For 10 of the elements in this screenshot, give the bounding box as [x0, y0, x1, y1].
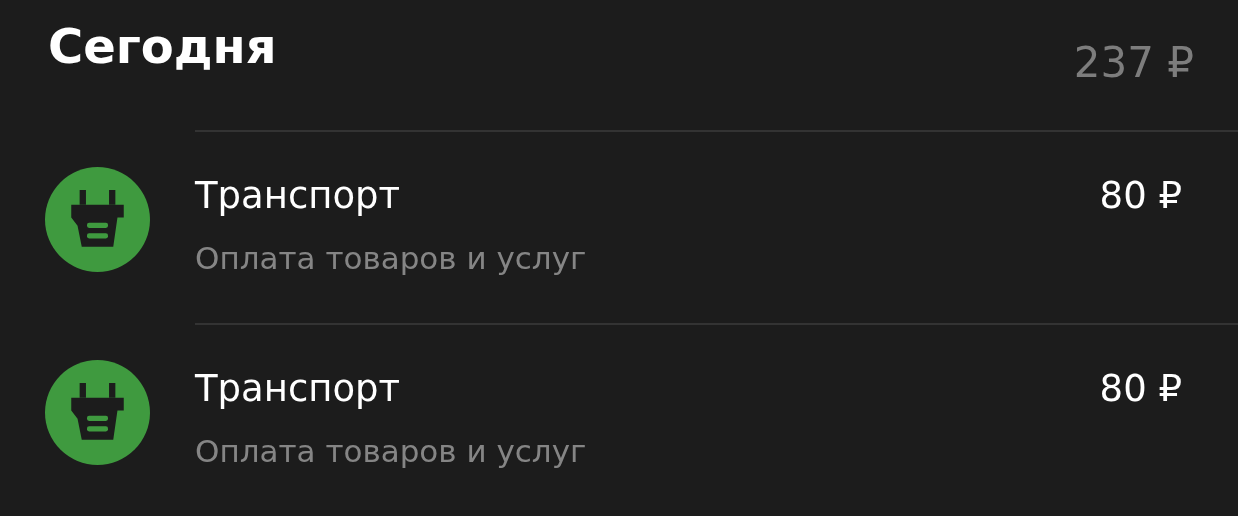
total-amount: 237 ₽ [1073, 42, 1194, 89]
basket-icon [45, 167, 150, 272]
transaction-amount: 80 ₽ [1099, 176, 1182, 219]
section-title: Сегодня [48, 22, 277, 76]
transaction-title: Транспорт [195, 176, 401, 217]
transaction-subtitle: Оплата товаров и услуг [195, 240, 587, 275]
basket-icon [45, 360, 150, 465]
transaction-amount: 80 ₽ [1099, 369, 1182, 412]
transaction-subtitle: Оплата товаров и услуг [195, 433, 587, 468]
transaction-title: Транспорт [195, 369, 401, 410]
